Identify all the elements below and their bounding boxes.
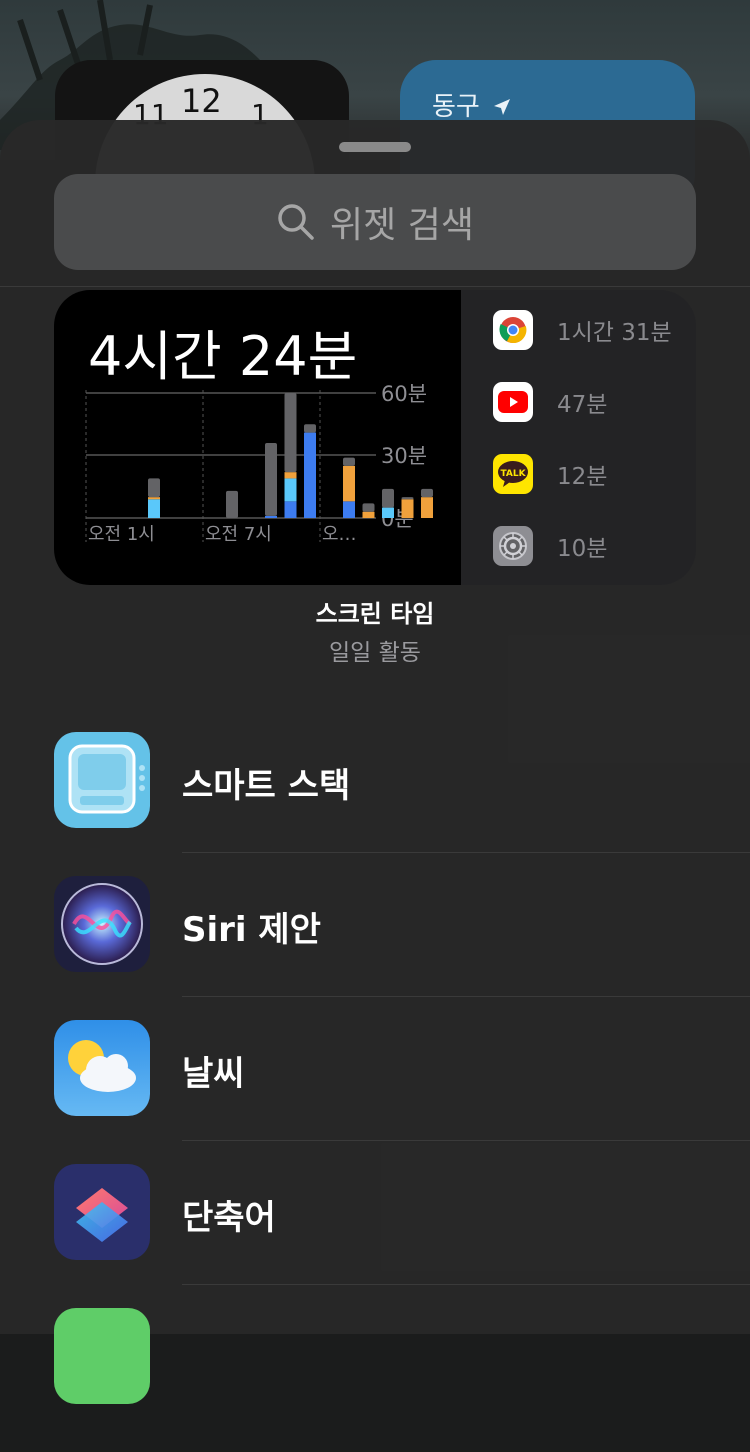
widget-search-field[interactable]: 위젯 검색 xyxy=(54,174,696,270)
x-label-1: 오전 1시 xyxy=(88,524,155,545)
list-item-shortcuts[interactable]: 단축어 xyxy=(0,1164,750,1308)
weather-location-label: 동구 xyxy=(432,92,480,122)
list-item-label: 날씨 xyxy=(182,1054,245,1094)
y-label-60: 60분 xyxy=(381,382,427,406)
x-label-2: 오전 7시 xyxy=(205,524,272,545)
app-row-chrome[interactable]: 1시간 31분 xyxy=(493,310,693,350)
list-separator xyxy=(182,996,750,997)
list-item-label: 스마트 스택 xyxy=(182,766,351,806)
bar-slot-10-series-3 xyxy=(304,424,316,433)
weather-icon xyxy=(54,1020,150,1116)
kakaotalk-icon-text: TALK xyxy=(500,469,526,479)
app-row-settings[interactable]: 10분 xyxy=(493,526,693,566)
list-item-label: Siri 제안 xyxy=(182,910,321,950)
shortcuts-icon xyxy=(54,1164,150,1260)
list-separator xyxy=(182,1140,750,1141)
chrome-icon xyxy=(493,310,533,350)
bar-slot-14-series-1 xyxy=(382,507,394,518)
bar-slot-9-series-1 xyxy=(284,478,297,502)
youtube-icon xyxy=(493,382,533,422)
bar-slot-8-series-3 xyxy=(265,443,277,516)
widget-caption: 스크린 타임 일일 활동 xyxy=(0,594,750,667)
list-item-partial[interactable] xyxy=(0,1308,750,1452)
bar-slot-15-series-3 xyxy=(401,497,414,500)
bar-slot-13-series-2 xyxy=(362,511,375,518)
app-row-kakaotalk[interactable]: TALK 12분 xyxy=(493,454,693,494)
screen-time-chart-panel: 4시간 24분 60분 30분 0분 오전 1시 오전 7시 오… xyxy=(54,290,461,585)
kakaotalk-icon: TALK xyxy=(493,454,533,494)
divider xyxy=(0,286,750,287)
location-arrow-icon xyxy=(494,99,511,115)
bar-slot-9-series-3 xyxy=(284,393,297,473)
search-icon xyxy=(278,204,314,240)
bar-slot-10-series-0 xyxy=(304,432,316,518)
app-icon-partial xyxy=(54,1308,150,1404)
list-separator xyxy=(182,852,750,853)
screen-time-chart: 60분 30분 0분 오전 1시 오전 7시 오… xyxy=(85,382,433,545)
bar-slot-12-series-0 xyxy=(343,501,355,518)
bar-slot-12-series-3 xyxy=(343,457,355,466)
bar-slot-8-series-0 xyxy=(265,515,277,518)
bar-slot-2-series-2 xyxy=(148,497,160,500)
bar-slot-9-series-2 xyxy=(284,472,297,479)
app-time-settings: 10분 xyxy=(557,536,608,562)
app-row-youtube[interactable]: 47분 xyxy=(493,382,693,422)
bar-slot-12-series-2 xyxy=(343,465,355,502)
widget-subtitle: 일일 활동 xyxy=(329,640,421,666)
app-time-youtube: 47분 xyxy=(557,392,608,418)
app-time-chrome: 1시간 31분 xyxy=(557,320,672,346)
widget-title: 스크린 타임 xyxy=(315,600,435,628)
x-label-3: 오… xyxy=(322,524,357,545)
bar-slot-15-series-2 xyxy=(401,499,414,518)
bar-slot-2-series-1 xyxy=(148,499,160,518)
app-time-kakaotalk: 12분 xyxy=(557,464,608,490)
list-separator xyxy=(182,1284,750,1285)
bar-slot-13-series-3 xyxy=(362,503,375,512)
bar-slot-16-series-3 xyxy=(421,488,433,498)
bar-slot-16-series-2 xyxy=(421,497,433,518)
list-item-siri[interactable]: Siri 제안 xyxy=(0,876,750,1020)
screen-time-widget[interactable]: 4시간 24분 60분 30분 0분 오전 1시 오전 7시 오… 1시간 31… xyxy=(54,290,696,585)
sheet-grabber[interactable] xyxy=(339,142,411,152)
list-item-label: 단축어 xyxy=(182,1198,276,1238)
settings-icon xyxy=(493,526,533,566)
bar-slot-6-series-3 xyxy=(226,490,238,518)
weather-location: 동구 xyxy=(432,86,512,123)
list-item-smart-stack[interactable]: 스마트 스택 xyxy=(0,732,750,876)
bar-slot-9-series-0 xyxy=(284,501,297,518)
clock-number-12: 12 xyxy=(181,82,222,120)
app-usage-list: 1시간 31분 47분 TALK 12분 10분 xyxy=(461,290,696,585)
list-item-weather[interactable]: 날씨 xyxy=(0,1020,750,1164)
bar-slot-2-series-3 xyxy=(148,478,160,498)
siri-icon xyxy=(54,876,150,972)
smart-stack-icon xyxy=(54,732,150,828)
y-label-30: 30분 xyxy=(381,444,427,468)
search-placeholder: 위젯 검색 xyxy=(330,205,474,246)
bar-slot-14-series-3 xyxy=(382,488,394,508)
